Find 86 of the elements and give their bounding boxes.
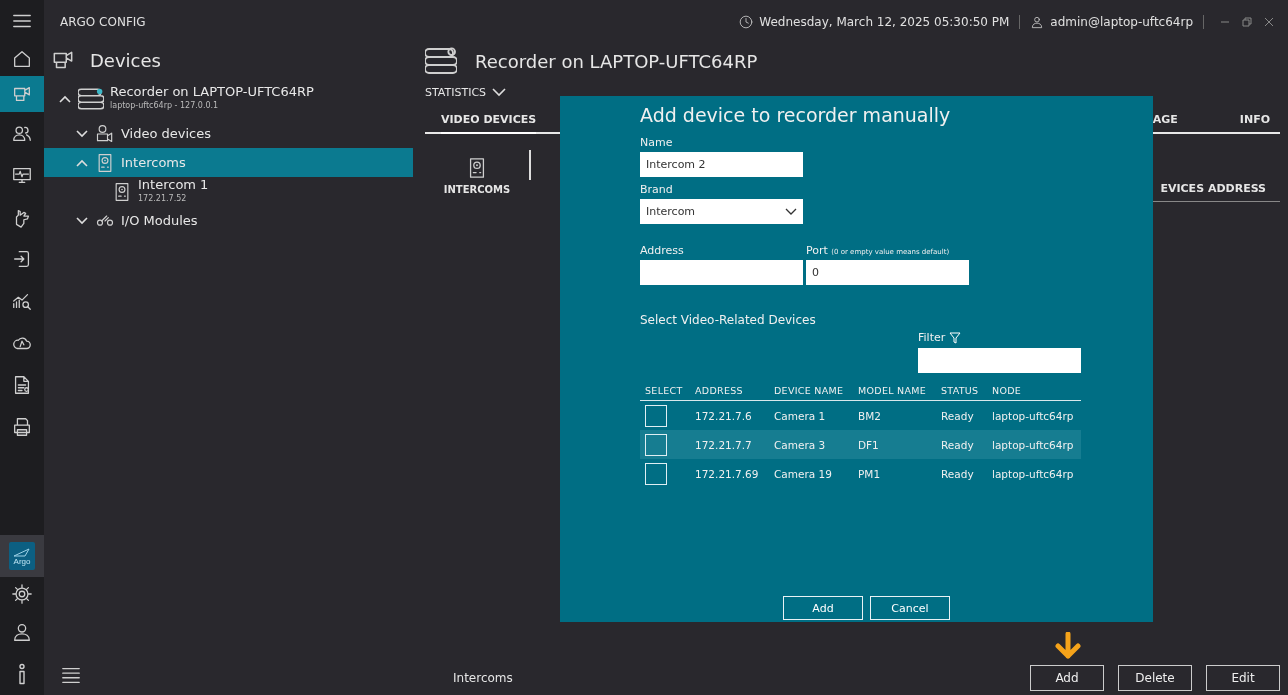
section-title: Select Video-Related Devices (640, 313, 817, 327)
date-time: Wednesday, March 12, 2025 05:30:50 PM (759, 15, 1010, 29)
tree-item[interactable]: Intercom 1 172.21.7.52 (44, 177, 413, 206)
table-cell-text: Camera 3 (773, 438, 827, 451)
user-icon (1030, 15, 1045, 29)
settings-icon (11, 583, 33, 605)
tree-item-label: Recorder on LAPTOP-UFTC64RP (110, 84, 314, 99)
tree-item-detail: 172.21.7.52 (138, 192, 188, 205)
tab[interactable]: INFO (1239, 107, 1270, 134)
home-icon (11, 48, 33, 70)
table-cell-text: Camera 1 (773, 409, 827, 422)
table-cell-text: Ready (940, 467, 975, 480)
tree-item[interactable]: Intercoms (44, 148, 413, 177)
table-cell-text: laptop-uftc64rp (991, 438, 1075, 451)
port-field[interactable]: 0 (806, 260, 969, 285)
footer-label: Intercoms (452, 671, 514, 685)
arrow-down-icon (1055, 632, 1081, 660)
tree-item-label: Intercom 1 (138, 177, 209, 192)
column-header: ADDRESS (694, 384, 744, 398)
filter-icon (949, 331, 962, 344)
dialog-title: Add device to recorder manually (640, 104, 952, 126)
column-header: MODEL NAME (857, 384, 928, 398)
table-cell-text: Ready (940, 409, 975, 422)
checkbox[interactable] (645, 433, 667, 456)
table-cell-text: laptop-uftc64rp (991, 409, 1075, 422)
dialog-button[interactable]: Cancel (870, 596, 950, 620)
chevron-down-icon (75, 216, 89, 225)
table-cell-text: BM2 (857, 409, 882, 422)
category-tab[interactable]: INTERCOMS (425, 150, 529, 201)
column-header: STATUS (940, 384, 980, 398)
table-cell-text: Ready (940, 438, 975, 451)
chevron-up-icon (58, 94, 72, 103)
chevron-down-icon (75, 129, 89, 138)
tree-item[interactable]: I/O Modules (44, 206, 413, 235)
table-row[interactable]: 172.21.7.69 Camera 19 PM1 Ready laptop-uftc64rp (640, 459, 1081, 488)
nav-item[interactable]: Argo (0, 535, 44, 577)
printer-icon (11, 416, 33, 438)
camera-icon (95, 123, 115, 144)
column-header: DEVICE NAME (773, 384, 845, 398)
field-label: Brand (640, 183, 674, 196)
checkbox[interactable] (645, 404, 667, 427)
table-cell-text: PM1 (857, 467, 882, 480)
chevron-down-icon (785, 207, 797, 216)
address-field[interactable] (640, 260, 803, 285)
tree-item-label: Video devices (121, 126, 212, 141)
footer-button[interactable]: Edit (1206, 665, 1280, 691)
tree-item[interactable]: Video devices (44, 119, 413, 148)
table-cell-text: DF1 (857, 438, 880, 451)
field-label: Address (640, 244, 685, 257)
tree-item-label: Intercoms (121, 155, 186, 170)
table-cell-text: 172.21.7.69 (694, 467, 760, 480)
tree-item-detail: laptop-uftc64rp - 127.0.0.1 (110, 99, 220, 112)
table-cell-text: 172.21.7.7 (694, 438, 753, 451)
column-header: NODE (991, 384, 1023, 398)
clock-icon (739, 15, 754, 29)
close-icon (1264, 17, 1274, 27)
footer-button[interactable]: Delete (1118, 665, 1192, 691)
statistics-toggle[interactable]: STATISTICS (425, 78, 507, 103)
column-header: SELECT (644, 384, 684, 398)
brand-dropdown[interactable]: Intercom (640, 199, 803, 224)
filter-field[interactable] (918, 348, 1081, 373)
field-label: Name (640, 136, 674, 149)
chevron-down-icon (492, 88, 507, 97)
table-cell-text: laptop-uftc64rp (991, 467, 1075, 480)
page-title: Recorder on LAPTOP-UFTC64RP (475, 50, 758, 72)
restore-icon (1242, 17, 1252, 27)
table-row[interactable]: 172.21.7.7 Camera 3 DF1 Ready laptop-uftc64rp (640, 430, 1081, 459)
user-icon (11, 621, 33, 643)
app-title: ARGO CONFIG (60, 15, 147, 29)
user-name: admin@laptop-uftc64rp (1050, 15, 1193, 29)
info-icon (19, 663, 25, 685)
table-cell-text: 172.21.7.6 (694, 409, 753, 422)
table-row[interactable]: 172.21.7.6 Camera 1 BM2 Ready laptop-uftc64rp (640, 401, 1081, 430)
server-icon (78, 85, 104, 112)
name-field[interactable]: Intercom 2 (640, 152, 803, 177)
app-logo: Argo (9, 542, 35, 570)
dialog-button[interactable]: Add (783, 596, 863, 620)
table-cell-text: Camera 19 (773, 467, 833, 480)
panel-title: Devices (90, 49, 161, 71)
checkbox[interactable] (645, 462, 667, 485)
chevron-up-icon (75, 158, 89, 167)
tab[interactable]: VIDEO DEVICES (441, 107, 537, 134)
tab[interactable]: AGE (1152, 107, 1178, 134)
tree-item[interactable]: Recorder on LAPTOP-UFTC64RP laptop-uftc64rp - 127.0.0.1 (44, 84, 413, 113)
tree-item-label: I/O Modules (121, 213, 198, 228)
filter-label: Filter (918, 331, 946, 344)
